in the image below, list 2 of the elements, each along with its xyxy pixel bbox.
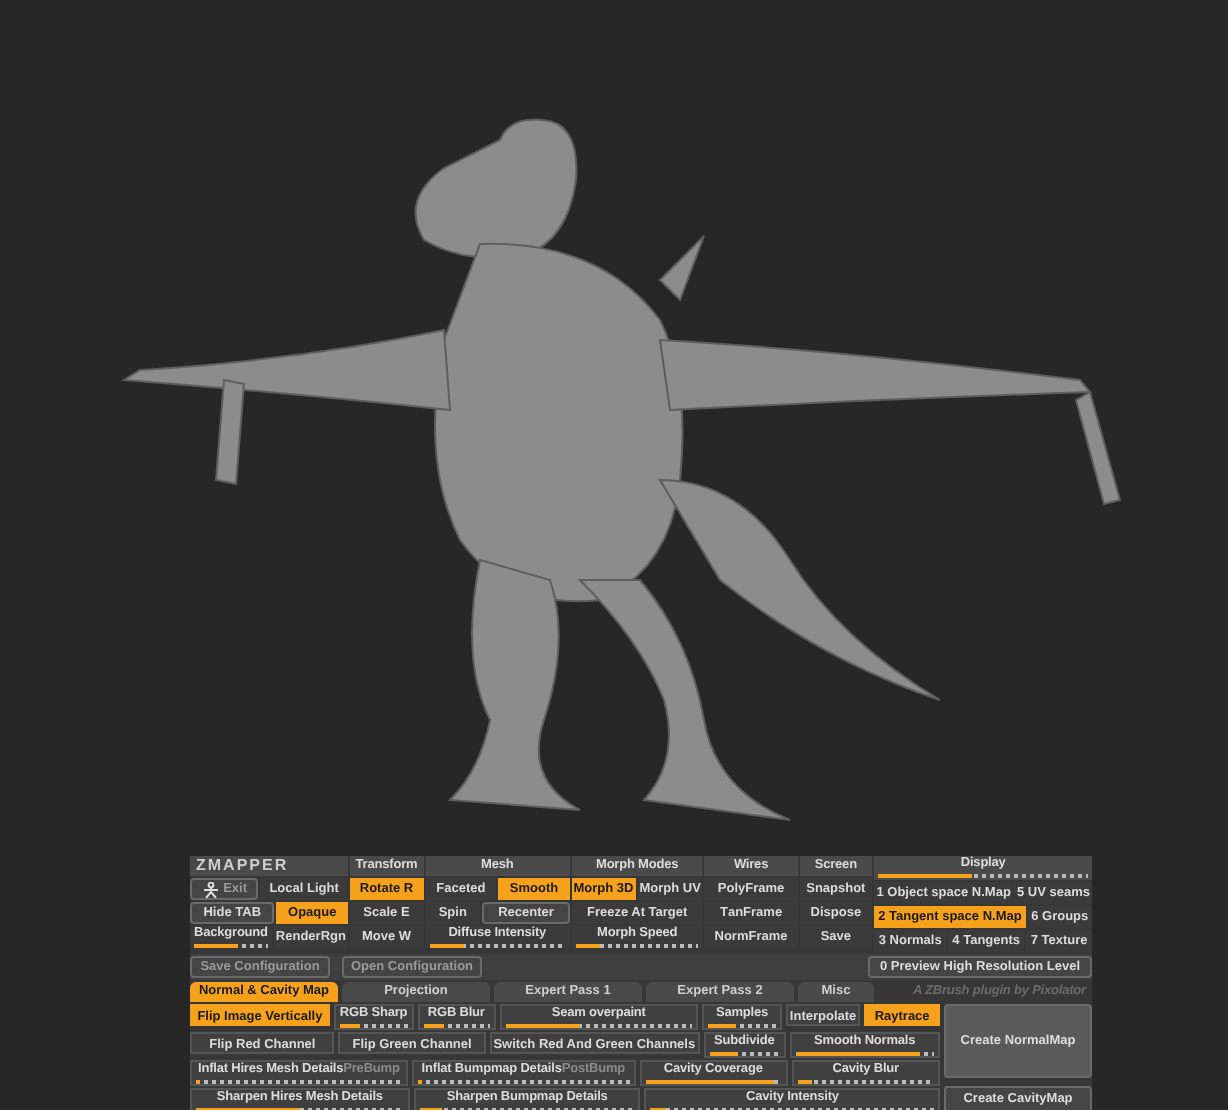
figure-icon — [201, 881, 220, 897]
zmapper-logo: ZMAPPER — [190, 856, 348, 876]
